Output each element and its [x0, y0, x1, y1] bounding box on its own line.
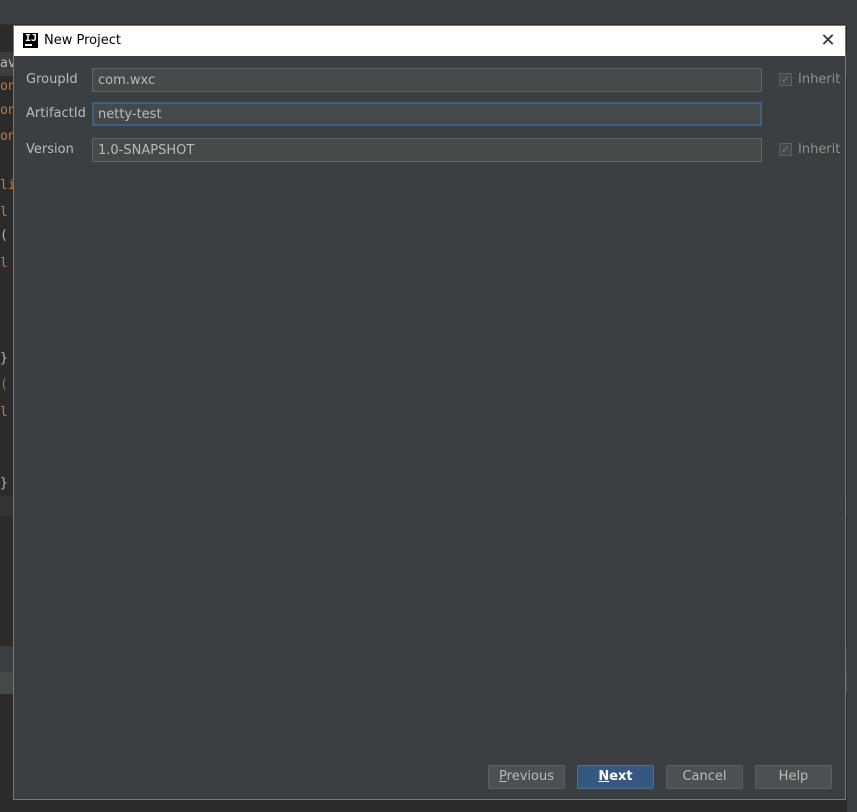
code-fragment: } [0, 476, 8, 491]
group-id-label: GroupId [26, 72, 78, 87]
group-id-row: GroupId ✓ Inherit [14, 68, 845, 92]
close-icon[interactable]: ✕ [817, 30, 839, 52]
group-id-inherit-checkbox[interactable]: ✓ [779, 73, 792, 86]
next-button[interactable]: Next [577, 765, 654, 789]
version-input[interactable] [92, 138, 762, 162]
version-row: Version ✓ Inherit [14, 138, 845, 162]
intellij-idea-icon: IJ [23, 33, 38, 48]
version-inherit-label: Inherit [798, 142, 841, 157]
cancel-button[interactable]: Cancel [666, 765, 743, 789]
dialog-title-bar: IJ New Project ✕ [14, 26, 845, 56]
ide-right-strip [847, 24, 857, 812]
code-fragment: l [0, 405, 8, 420]
previous-mnemonic: P [499, 769, 507, 784]
code-fragment: } [0, 351, 8, 366]
ide-toolbar [0, 0, 857, 25]
group-id-inherit-label: Inherit [798, 72, 841, 87]
dialog-title: New Project [44, 33, 121, 48]
group-id-input[interactable] [92, 68, 762, 92]
previous-label: revious [506, 769, 554, 784]
next-label: ext [609, 769, 633, 784]
version-inherit-checkbox[interactable]: ✓ [779, 143, 792, 156]
code-fragment: l [0, 256, 8, 271]
artifact-id-row: ArtifactId [14, 102, 845, 126]
code-fragment: ( [0, 377, 8, 392]
help-button[interactable]: Help [755, 765, 832, 789]
artifact-id-label: ArtifactId [26, 106, 86, 121]
next-mnemonic: N [598, 769, 610, 784]
version-label: Version [26, 142, 74, 157]
new-project-dialog: IJ New Project ✕ GroupId ✓ Inherit Artif… [13, 25, 846, 800]
code-fragment: ( [0, 228, 8, 243]
artifact-id-input[interactable] [92, 102, 762, 126]
previous-button[interactable]: Previous [488, 765, 565, 789]
code-fragment: l [0, 205, 8, 220]
